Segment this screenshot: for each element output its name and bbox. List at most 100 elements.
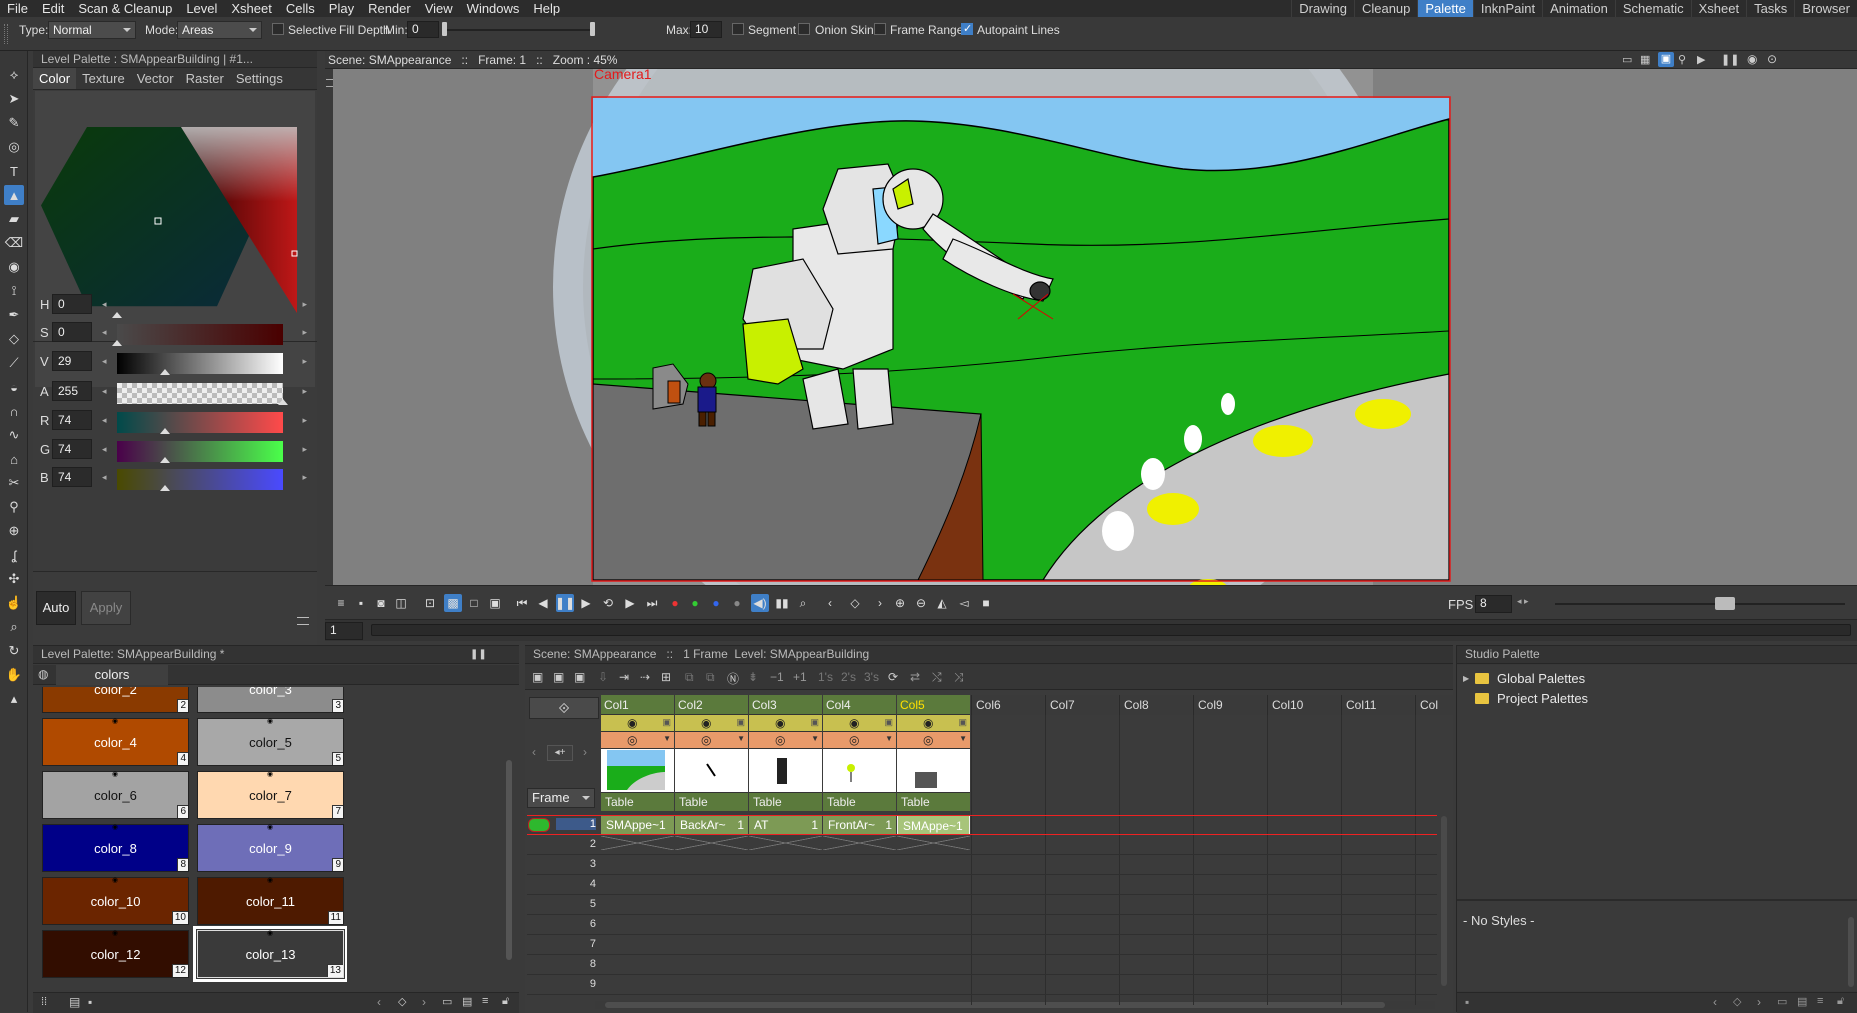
palette-chip-color-10[interactable]: ◉ color_10 10	[42, 877, 189, 925]
fps-slider-handle[interactable]	[1715, 597, 1735, 610]
palette-scrollbar[interactable]	[505, 690, 513, 990]
name-display-icon[interactable]: ▭	[442, 995, 452, 1008]
fill-depth-max-handle[interactable]	[590, 22, 595, 36]
type-combo[interactable]: Normal	[48, 21, 136, 39]
decrement-arrow-icon[interactable]: ◂	[102, 327, 107, 338]
channel-slider-handle[interactable]	[160, 369, 171, 375]
paint-brush-tool-icon[interactable]: ▰	[4, 209, 24, 229]
palette-chip-color-13[interactable]: ◉ color_13 13	[193, 926, 347, 982]
preview-visible-toggle[interactable]: ◉ ▣	[601, 715, 674, 732]
menu-icon[interactable]	[297, 617, 309, 625]
selective-checkbox[interactable]	[272, 23, 284, 35]
channel-slider-handle[interactable]	[112, 312, 122, 318]
increment-icon[interactable]: +1	[793, 670, 807, 684]
renumber-icon[interactable]: Ⓝ	[727, 670, 739, 687]
channel-value-field[interactable]: 74	[52, 439, 92, 459]
decrement-arrow-icon[interactable]: ◂	[102, 444, 107, 455]
channel-gradient-bar[interactable]	[117, 353, 283, 374]
swing-icon[interactable]: ⇄	[910, 670, 920, 684]
xsheet-column-header[interactable]: Col9	[1193, 695, 1266, 715]
frame-row-number[interactable]: 8	[556, 958, 596, 970]
room-tab-xsheet[interactable]: Xsheet	[1690, 0, 1746, 17]
fill-depth-min-handle[interactable]	[442, 22, 447, 36]
grid-view-icon[interactable]: ⁞⁞	[41, 996, 47, 1008]
lock-icon[interactable]: ▣	[810, 717, 819, 728]
safe-area-icon[interactable]: ⊡	[421, 594, 439, 612]
preview-visible-toggle[interactable]: ◉ ▣	[749, 715, 822, 732]
step-1-icon[interactable]: 1's	[818, 670, 833, 684]
visibility-options-icon[interactable]: ⊙	[1767, 52, 1777, 66]
column-name[interactable]: Col3	[749, 695, 822, 715]
onion-skin-checkbox[interactable]	[798, 23, 810, 35]
last-frame-icon[interactable]: ⏭	[643, 594, 661, 612]
next-icon[interactable]: ›	[583, 745, 587, 759]
frame-row-number[interactable]: 4	[556, 878, 596, 890]
tab-color[interactable]: Color	[33, 68, 77, 89]
chevron-down-icon[interactable]: ▼	[737, 734, 745, 743]
menu-item-render[interactable]: Render	[361, 0, 418, 17]
menu-item-windows[interactable]: Windows	[460, 0, 527, 17]
selection-tool-icon[interactable]: ➤	[4, 89, 24, 109]
preview-visible-toggle[interactable]: ◉ ▣	[675, 715, 748, 732]
magnet-tool-icon[interactable]: ∩	[4, 401, 24, 421]
new-style-icon[interactable]: ▤	[69, 995, 80, 1009]
lock-icon[interactable]: ▣	[884, 717, 893, 728]
play-icon[interactable]: ▶	[577, 594, 595, 612]
next-key-icon[interactable]: ›	[422, 995, 426, 1009]
palette-chip-color-7[interactable]: ◉ color_7 7	[197, 771, 344, 819]
key-icon[interactable]: ◇	[1733, 995, 1741, 1008]
fill-depth-slider-track[interactable]	[445, 29, 595, 31]
segment-checkbox[interactable]	[732, 23, 744, 35]
decrement-arrow-icon[interactable]: ◂	[102, 386, 107, 397]
menu-item-help[interactable]: Help	[526, 0, 567, 17]
frame-zoom-combo[interactable]: Frame	[527, 788, 595, 808]
reframe-icon[interactable]: ⇩	[598, 670, 608, 684]
frame-row-number[interactable]: 1	[556, 818, 596, 830]
min-field[interactable]: 0	[407, 21, 439, 38]
column-pegbar[interactable]: Table	[823, 793, 896, 811]
next-key-icon[interactable]: ›	[1757, 995, 1761, 1009]
fps-stepper[interactable]: ◂ ▸	[1517, 596, 1529, 607]
room-tab-schematic[interactable]: Schematic	[1614, 0, 1691, 17]
palette-chip-color-8[interactable]: ◉ color_8 8	[42, 824, 189, 872]
lock-icon[interactable]: ▣	[958, 717, 967, 728]
palette-chip-color-9[interactable]: ◉ color_9 9	[197, 824, 344, 872]
decrement-arrow-icon[interactable]: ◂	[102, 472, 107, 483]
palette-chip-color-5[interactable]: ◉ color_5 5	[197, 718, 344, 766]
chevron-down-icon[interactable]: ▼	[885, 734, 893, 743]
rotate-tool-icon[interactable]: ↻	[4, 641, 24, 661]
menu-item-xsheet[interactable]: Xsheet	[224, 0, 278, 17]
xsheet-column-header[interactable]: Col10	[1267, 695, 1340, 715]
tab-vector[interactable]: Vector	[131, 68, 180, 89]
chip-size-icon[interactable]: ▤	[462, 995, 472, 1008]
increment-arrow-icon[interactable]: ▸	[302, 444, 307, 455]
channel-slider-handle[interactable]	[160, 457, 171, 463]
preview-toggle-icon[interactable]: ▣	[1658, 52, 1674, 67]
camstand-visible-toggle[interactable]: ◎ ▼	[675, 732, 748, 749]
increment-arrow-icon[interactable]: ▸	[302, 472, 307, 483]
frame-row-number[interactable]: 3	[556, 858, 596, 870]
pinch-tool-icon[interactable]: ⟋	[4, 353, 24, 373]
fill-empty-icon[interactable]: ⇟	[748, 670, 758, 684]
menu-icon[interactable]: ≡	[332, 594, 350, 612]
column-pegbar[interactable]: Table	[675, 793, 748, 811]
random-icon[interactable]: ⤭	[932, 670, 942, 685]
frame-row-number[interactable]: 7	[556, 938, 596, 950]
xsheet-cell[interactable]: FrontAr~ 1	[823, 815, 896, 835]
menu-item-edit[interactable]: Edit	[35, 0, 71, 17]
black-bg-icon[interactable]: ▣	[486, 594, 504, 612]
save-icon[interactable]: ▪	[352, 594, 370, 612]
preview-visible-toggle[interactable]: ◉ ▣	[823, 715, 896, 732]
zoom-tool-icon[interactable]: ⌕	[4, 617, 24, 637]
compare-icon[interactable]: ◫	[392, 594, 410, 612]
frame-slider[interactable]	[371, 624, 1851, 636]
tab-raster[interactable]: Raster	[180, 68, 230, 89]
fps-field[interactable]: 8	[1475, 595, 1512, 613]
new-toonz-raster-level-icon[interactable]: ▣	[553, 670, 564, 684]
palette-chip-color-12[interactable]: ◉ color_12 12	[42, 930, 189, 978]
pause-icon[interactable]: ❚❚	[555, 594, 575, 612]
prev-frame-icon[interactable]: ◀	[534, 594, 552, 612]
next-key-icon[interactable]: ›	[871, 594, 889, 612]
onion-skin-handle[interactable]	[528, 818, 550, 832]
green-channel-icon[interactable]: ●	[686, 594, 704, 612]
